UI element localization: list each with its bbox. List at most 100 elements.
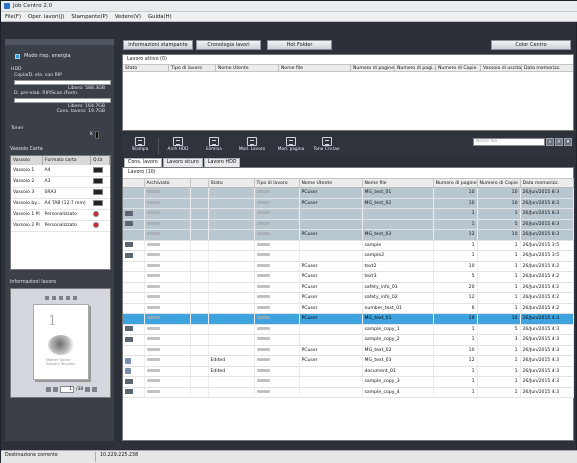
search-icon[interactable]: ⌕	[546, 138, 554, 146]
tab-secure-jobs[interactable]: Lavoro sicuro	[162, 158, 203, 167]
preview-tool-icon[interactable]	[73, 296, 77, 300]
job-row[interactable]: PCuser safety_info_02 12 1 26/Jun/2015 4…	[123, 292, 574, 304]
hdd2-label: D. pre-elab. RIP/Scan./Form.	[14, 91, 79, 96]
last-page-icon[interactable]	[92, 387, 98, 392]
tray-row[interactable]: Vassoio 1 PI Personalizzato	[11, 209, 110, 221]
menu-file[interactable]: File(F)	[5, 14, 21, 20]
tray-col-size[interactable]: Formato carta	[42, 156, 92, 165]
menu-view[interactable]: Vedere(V)	[115, 14, 141, 20]
color-centro-button[interactable]: Color Centro	[491, 40, 571, 50]
job-row[interactable]: PCuser number_text_01 6 1 26/Jun/2015 4:…	[123, 303, 574, 314]
preview-caption: Mother Goose Nursery Rhymes	[46, 358, 75, 366]
job-status	[208, 240, 255, 251]
job-status	[208, 261, 255, 272]
tray-paper-size: Personalizzato	[42, 220, 91, 232]
active-col-status[interactable]: Stato	[123, 65, 169, 71]
job-row[interactable]: Edited document_01 1 1 26/Jun/2015 4:3	[123, 366, 574, 377]
col-copies[interactable]: Numero di Copie	[477, 178, 521, 188]
job-flag	[190, 187, 209, 199]
job-row[interactable]: sample_copy_2 1 3 26/Jun/2015 4:3	[123, 334, 574, 346]
job-type	[254, 334, 300, 346]
col-job-type[interactable]: Tipo di lavoro	[254, 178, 300, 188]
active-col-copies[interactable]: Numero di Copie	[436, 65, 481, 71]
col-icon[interactable]	[123, 178, 145, 188]
job-row[interactable]: PCuser text2 10 1 26/Jun/2015 4:2	[123, 261, 574, 272]
tab-hdd-jobs[interactable]: Lavoro HDD	[203, 158, 241, 167]
job-status	[208, 282, 255, 293]
tray-row[interactable]: Vassoio 2 PI Personalizzato	[11, 220, 110, 232]
job-row[interactable]: sample2 1 1 26/Jun/2015 3:5	[123, 250, 574, 262]
first-page-icon[interactable]	[46, 387, 51, 392]
tray-level	[90, 220, 110, 232]
search-options-icon[interactable]: ▾	[564, 138, 572, 146]
active-col-output-tray[interactable]: Vassoio di uscita	[481, 65, 522, 71]
menu-jobs[interactable]: Oper. lavori(J)	[28, 14, 64, 20]
redacted-value	[256, 242, 270, 246]
job-row[interactable]: sample_copy_3 1 1 26/Jun/2015 4:3	[123, 376, 574, 388]
tray-row[interactable]: Vassoio 3 SRA3	[11, 187, 110, 199]
tray-row[interactable]: Vassoio 2 A3	[11, 176, 110, 188]
redacted-value	[146, 232, 160, 236]
job-row[interactable]: PCuser MG_test_02 10 10 26/Jun/2015 8:3	[123, 198, 574, 209]
menu-help[interactable]: Guida(H)	[148, 14, 172, 20]
archive-hdd-button[interactable]: Arch HDD	[163, 137, 193, 156]
next-page-icon[interactable]	[85, 387, 91, 392]
page-number-input[interactable]: 1	[60, 386, 74, 393]
job-row[interactable]: PCuser MG_test_03 12 10 26/Jun/2015 8:3	[123, 229, 574, 241]
active-col-date[interactable]: Data memorizz.	[522, 65, 573, 71]
tray-row[interactable]: Vassoio by... A4 TAB (12.7 mm)	[11, 198, 110, 210]
print-button[interactable]: Stampa	[125, 137, 155, 156]
edit-page-button[interactable]: Mod. pagina	[276, 137, 306, 156]
col-file-name[interactable]: Nome file	[362, 178, 434, 188]
col-user[interactable]: Nome Utente	[299, 178, 363, 188]
active-col-pages[interactable]: Numero di pagine	[351, 65, 395, 71]
clear-search-icon[interactable]: ×	[555, 138, 563, 146]
preview-tool-icon[interactable]	[59, 296, 63, 300]
prev-page-icon[interactable]	[53, 387, 58, 392]
active-col-user[interactable]: Nome Utente	[216, 65, 279, 71]
job-row[interactable]: 1 1 26/Jun/2015 8:3	[123, 208, 574, 220]
energy-save-toggle[interactable]: Modo risp. energia	[15, 53, 71, 59]
job-row[interactable]: PCuser text3 5 1 26/Jun/2015 4:2	[123, 271, 574, 283]
delete-button[interactable]: Elimina	[199, 137, 229, 156]
preview-tool-icon[interactable]	[52, 296, 56, 300]
active-col-type[interactable]: Tipo di lavoro	[169, 65, 216, 71]
job-row[interactable]: Edited PCuser MG_text_03 12 1 26/Jun/201…	[123, 355, 574, 367]
job-row[interactable]: sample_copy_1 1 5 26/Jun/2015 4:3	[123, 324, 574, 335]
job-copies: 1	[477, 292, 521, 304]
toolbar-separator	[158, 138, 159, 155]
job-date: 26/Jun/2015 4:2	[520, 271, 574, 283]
col-date[interactable]: Data memorizz.	[520, 178, 574, 188]
tray-col-tray[interactable]: Vassoio	[11, 156, 44, 165]
search-input[interactable]: Nome file	[473, 138, 545, 146]
col-flag[interactable]	[190, 178, 209, 188]
edit-job-button[interactable]: Mod. Lavoro	[237, 137, 267, 156]
job-row[interactable]: sample 1 1 26/Jun/2015 3:5	[123, 240, 574, 251]
redacted-value	[146, 305, 160, 309]
tab-hold-jobs[interactable]: Cons. lavoro	[124, 158, 162, 167]
preview-tool-icon[interactable]	[45, 296, 49, 300]
printer-info-button[interactable]: Informazioni stampante	[123, 40, 193, 50]
job-history-button[interactable]: Cronologia lavori	[196, 40, 261, 50]
job-row[interactable]: 1 5 26/Jun/2015 8:3	[123, 219, 574, 230]
active-col-file[interactable]: Nome file	[279, 65, 351, 71]
job-archived	[144, 208, 191, 220]
job-row[interactable]: PCuser safety_info_01 20 1 26/Jun/2015 4…	[123, 282, 574, 293]
job-row[interactable]: PCuser MG_text_02 10 1 26/Jun/2015 4:3	[123, 345, 574, 356]
active-col-pages2[interactable]: Numero di pagi...	[395, 65, 436, 71]
preview-tool-icon[interactable]	[66, 296, 70, 300]
job-row[interactable]: sample_copy_4 1 1 26/Jun/2015 4:3	[123, 387, 574, 398]
col-status[interactable]: Stato	[208, 178, 255, 188]
job-row[interactable]: PCuser MG_test_01 10 10 26/Jun/2015 8:3	[123, 187, 574, 199]
tone-curve-button[interactable]: Tono Crv.lav.	[312, 137, 342, 156]
redacted-value	[256, 305, 270, 309]
tray-col-qty[interactable]: Q.tà	[90, 156, 110, 165]
col-pages[interactable]: Numero di pagine	[433, 178, 478, 188]
menu-printer[interactable]: Stampante(P)	[71, 14, 107, 20]
tray-row[interactable]: Vassoio 1 A4	[11, 165, 110, 177]
hot-folder-button[interactable]: Hot Folder	[267, 40, 332, 50]
col-archived[interactable]: Archiviato	[144, 178, 191, 188]
job-row[interactable]: PCuser MG_text_01 10 10 26/Jun/2015 4:3	[123, 313, 574, 325]
job-type	[254, 240, 300, 251]
left-panel-scrollbar[interactable]	[5, 39, 114, 45]
